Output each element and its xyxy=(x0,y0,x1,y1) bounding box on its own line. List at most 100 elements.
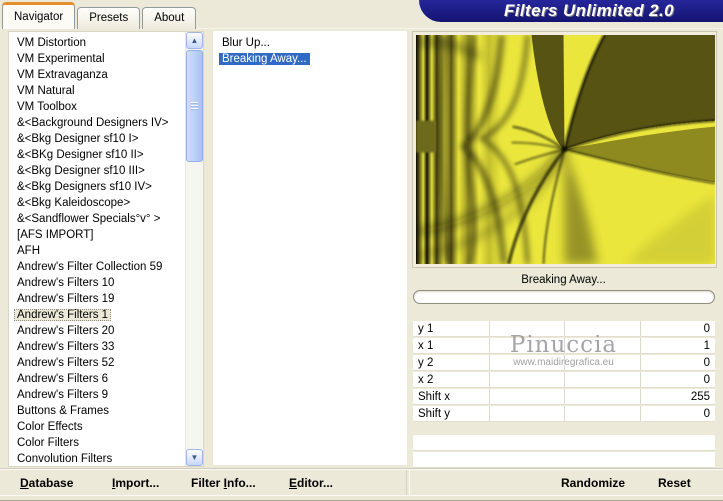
category-item[interactable]: &<Bkg Designers sf10 IV> xyxy=(9,179,186,195)
category-item[interactable]: Andrew's Filter Collection 59 xyxy=(9,259,186,275)
scrollbar-down-button[interactable]: ▼ xyxy=(186,449,203,466)
category-item[interactable]: VM Natural xyxy=(9,83,186,99)
scrollbar-thumb[interactable] xyxy=(186,50,203,162)
category-item[interactable]: Color Filters xyxy=(9,435,186,451)
category-item[interactable]: &<Bkg Kaleidoscope> xyxy=(9,195,186,211)
filter-item[interactable]: Breaking Away... xyxy=(213,52,407,68)
category-item[interactable]: Andrew's Filters 19 xyxy=(9,291,186,307)
reset-button[interactable]: Reset xyxy=(658,476,691,490)
window-bottom-highlight xyxy=(0,495,723,496)
tick-mark xyxy=(639,406,641,421)
tick-mark xyxy=(488,355,490,370)
preview-frame xyxy=(412,31,717,268)
category-label: [AFS IMPORT] xyxy=(17,229,94,241)
tick-mark xyxy=(488,338,490,353)
category-list-panel: VM Distortion VM Experimental VM Extravaga… xyxy=(8,31,204,467)
category-label: VM Distortion xyxy=(17,37,87,49)
param-slider[interactable]: Shift x 255 xyxy=(413,389,715,404)
tick-mark xyxy=(564,389,565,404)
category-item[interactable]: VM Extravaganza xyxy=(9,67,186,83)
param-value: 0 xyxy=(703,374,710,386)
filter-info-button[interactable]: Filter Info... xyxy=(191,476,256,490)
tick-mark xyxy=(639,372,641,387)
param-value: 255 xyxy=(690,391,710,403)
param-label: x 2 xyxy=(418,374,434,386)
category-label: Andrew's Filters 20 xyxy=(17,325,115,337)
category-item[interactable]: Andrew's Filters 9 xyxy=(9,387,186,403)
category-item[interactable]: Convolution Filters xyxy=(9,451,186,466)
category-label: &<Bkg Designers sf10 IV> xyxy=(17,181,152,193)
tab-label: Navigator xyxy=(14,11,64,23)
randomize-button[interactable]: Randomize xyxy=(561,476,625,490)
param-label: Shift y xyxy=(418,408,450,420)
tick-mark xyxy=(564,338,565,353)
param-slider[interactable]: Shift y 0 xyxy=(413,406,715,421)
category-label: &<Bkg Designer sf10 I> xyxy=(17,133,139,145)
tab-strip: Navigator Presets About xyxy=(2,2,197,29)
category-item[interactable]: VM Toolbox xyxy=(9,99,186,115)
category-label: Andrew's Filters 19 xyxy=(17,293,115,305)
category-label: &<Bkg Kaleidoscope> xyxy=(17,197,131,209)
param-slider[interactable]: y 1 0 xyxy=(413,321,715,336)
filters-unlimited-dialog: Navigator Presets About Filters Unlimited … xyxy=(0,0,723,501)
category-label: Andrew's Filter Collection 59 xyxy=(17,261,163,273)
param-slider[interactable]: y 2 0 xyxy=(413,355,715,370)
category-item[interactable]: Andrew's Filters 52 xyxy=(9,355,186,371)
category-item[interactable]: Andrew's Filters 1 xyxy=(9,307,186,323)
tick-mark xyxy=(564,321,565,336)
category-label: AFH xyxy=(17,245,40,257)
editor-button[interactable]: Editor... xyxy=(289,476,333,490)
category-item[interactable]: Andrew's Filters 20 xyxy=(9,323,186,339)
tab[interactable]: About xyxy=(142,7,197,29)
category-item[interactable]: &<Bkg Designer sf10 III> xyxy=(9,163,186,179)
category-item[interactable]: VM Experimental xyxy=(9,51,186,67)
filter-label: Breaking Away... xyxy=(219,53,310,65)
tick-mark xyxy=(639,389,641,404)
param-slider-empty xyxy=(413,452,715,467)
param-value: 0 xyxy=(703,357,710,369)
category-scrollbar[interactable]: ▲ ▼ xyxy=(185,32,203,466)
tab[interactable]: Navigator xyxy=(2,2,76,29)
tab[interactable]: Presets xyxy=(77,7,141,29)
scrollbar-up-button[interactable]: ▲ xyxy=(186,32,203,49)
param-slider[interactable]: x 2 0 xyxy=(413,372,715,387)
category-item[interactable]: AFH xyxy=(9,243,186,259)
category-item[interactable]: Color Effects xyxy=(9,419,186,435)
tab-label: About xyxy=(154,12,185,24)
category-item[interactable]: Buttons & Frames xyxy=(9,403,186,419)
category-label: Andrew's Filters 33 xyxy=(17,341,115,353)
category-label: Andrew's Filters 10 xyxy=(17,277,115,289)
database-button[interactable]: Database xyxy=(20,476,73,490)
tick-mark xyxy=(639,355,641,370)
category-label: Andrew's Filters 1 xyxy=(14,309,112,321)
category-item[interactable]: Andrew's Filters 33 xyxy=(9,339,186,355)
progress-bar xyxy=(413,290,715,304)
category-label: &<Sandflower Specials°v° > xyxy=(17,213,161,225)
category-item[interactable]: Andrew's Filters 10 xyxy=(9,275,186,291)
category-label: VM Extravaganza xyxy=(17,69,108,81)
category-item[interactable]: &<Sandflower Specials°v° > xyxy=(9,211,186,227)
import-button[interactable]: Import... xyxy=(112,476,159,490)
category-list: VM Distortion VM Experimental VM Extravaga… xyxy=(9,35,186,466)
category-item[interactable]: VM Distortion xyxy=(9,35,186,51)
param-slider[interactable]: x 1 1 xyxy=(413,338,715,353)
category-label: &<Bkg Designer sf10 III> xyxy=(17,165,145,177)
category-label: Andrew's Filters 52 xyxy=(17,357,115,369)
filter-item[interactable]: Blur Up... xyxy=(213,36,407,52)
category-item[interactable]: &<Background Designers IV> xyxy=(9,115,186,131)
app-title: Filters Unlimited 2.0 xyxy=(504,1,674,20)
parameter-sliders: y 1 0 x 1 1 y 2 0 x 2 0 Shift x 255 Shif… xyxy=(413,321,715,423)
title-banner: Filters Unlimited 2.0 xyxy=(419,0,723,22)
category-label: Buttons & Frames xyxy=(17,405,110,417)
category-item[interactable]: &<Bkg Designer sf10 I> xyxy=(9,131,186,147)
category-label: Andrew's Filters 6 xyxy=(17,373,109,385)
category-item[interactable]: [AFS IMPORT] xyxy=(9,227,186,243)
bottom-toolbar-right: Randomize Reset xyxy=(409,470,723,496)
category-label: Convolution Filters xyxy=(17,453,113,465)
tick-mark xyxy=(639,321,641,336)
category-item[interactable]: Andrew's Filters 6 xyxy=(9,371,186,387)
tick-mark xyxy=(488,372,490,387)
category-item[interactable]: &<BKg Designer sf10 II> xyxy=(9,147,186,163)
category-label: Color Filters xyxy=(17,437,79,449)
filter-caption: Breaking Away... xyxy=(521,274,606,286)
